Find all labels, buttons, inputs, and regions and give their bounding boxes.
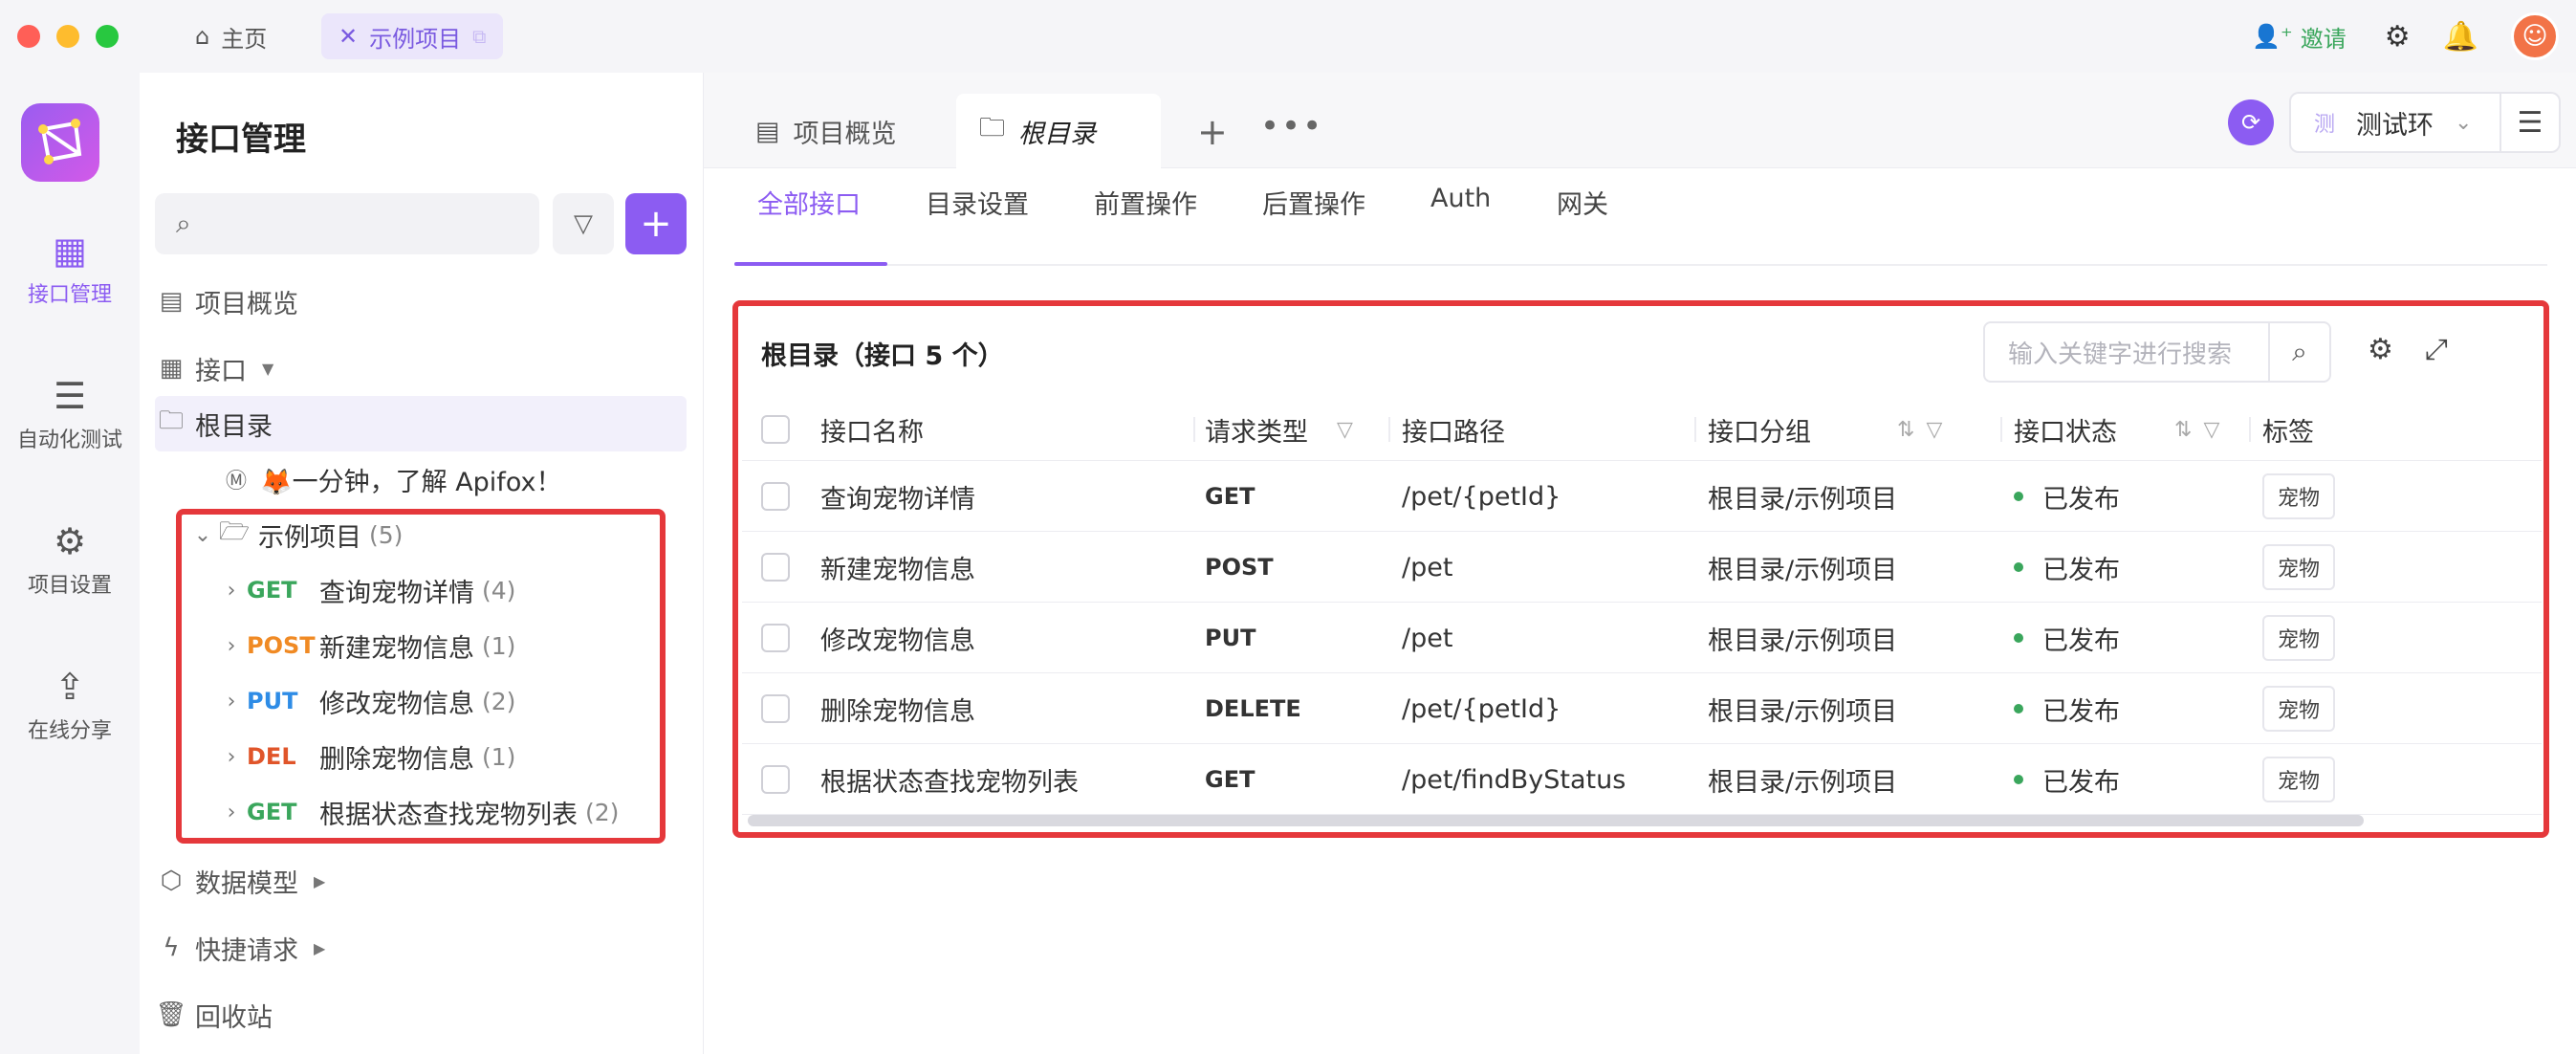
chevron-down-icon: ⌄	[2455, 110, 2473, 135]
avatar[interactable]: ☺	[2511, 12, 2559, 60]
tree-item-intro[interactable]: Ⓜ 🦊一分钟，了解 Apifox！	[155, 451, 687, 507]
lightning-icon: ϟ	[163, 933, 180, 962]
tree-item-root[interactable]: 🗀 根目录	[155, 396, 687, 451]
gear-icon[interactable]: ⚙	[2385, 20, 2411, 54]
plus-icon: +	[640, 202, 672, 246]
folder-icon: 🗀	[979, 113, 1005, 143]
tree-item-overview[interactable]: ▤ 项目概览	[155, 274, 687, 329]
caret-right-icon: ▶	[314, 938, 326, 957]
sync-icon[interactable]: ⟳	[2228, 99, 2274, 145]
subtab-gateway[interactable]: 网关	[1557, 184, 1608, 221]
settings-icon: ⚙	[53, 520, 87, 562]
new-tab-button[interactable]: +	[1197, 111, 1228, 153]
tree-item-quick[interactable]: ϟ 快捷请求 ▶	[155, 920, 687, 976]
automation-icon: ☰	[53, 375, 87, 417]
tab-project[interactable]: ✕ 示例项目 ⧉	[321, 13, 504, 59]
sidebar: 接口管理 ⌕ ▽ + ▤ 项目概览 ▦ 接口 ▼ 🗀 根目录 Ⓜ 🦊一分钟，了解…	[140, 73, 704, 1054]
subtab-all-apis[interactable]: 全部接口	[757, 184, 861, 221]
trash-icon: 🗑	[155, 1000, 187, 1029]
maximize-window-button[interactable]	[96, 25, 119, 48]
highlight-box-sidebar	[176, 509, 666, 844]
tab-root[interactable]: 🗀 根目录	[956, 94, 1161, 168]
sidebar-title: 接口管理	[176, 121, 306, 159]
rail-item-share[interactable]: ⇪ 在线分享	[0, 668, 140, 744]
layout-icon: ▤	[755, 116, 780, 146]
layout-icon: ▤	[159, 287, 184, 316]
subtab-auth[interactable]: Auth	[1430, 184, 1491, 213]
environment-select[interactable]: 测 测试环 ⌄	[2289, 92, 2501, 153]
tab-home[interactable]: ⌂ 主页	[178, 13, 284, 59]
main-tab-bar: ▤ 项目概览 🗀 根目录 + ••• ⟳ 测 测试环 ⌄ ☰	[704, 73, 2576, 168]
filter-button[interactable]: ▽	[553, 193, 614, 254]
title-bar: ⌂ 主页 ✕ 示例项目 ⧉ 👤⁺ 邀请 ⚙ 🔔 ☺	[0, 0, 2576, 73]
markdown-icon: Ⓜ	[225, 470, 247, 494]
cube-icon: ⬡	[160, 867, 183, 895]
bell-icon[interactable]: 🔔	[2443, 20, 2478, 54]
api-icon: ▦	[53, 230, 87, 272]
tree-item-api[interactable]: ▦ 接口 ▼	[155, 340, 687, 396]
rail-item-settings[interactable]: ⚙ 项目设置	[0, 522, 140, 599]
tree-item-models[interactable]: ⬡ 数据模型 ▶	[155, 853, 687, 909]
search-icon: ⌕	[176, 208, 191, 239]
subtab-active-indicator	[734, 262, 887, 266]
main-area: ▤ 项目概览 🗀 根目录 + ••• ⟳ 测 测试环 ⌄ ☰ 全部接口 目录设置…	[704, 73, 2576, 1054]
close-window-button[interactable]	[17, 25, 40, 48]
invite-button[interactable]: 👤⁺ 邀请	[2252, 20, 2347, 54]
api-icon: ▦	[159, 354, 184, 383]
subtab-divider	[734, 264, 2547, 266]
logo-icon	[38, 119, 82, 165]
folder-icon: 🗀	[158, 406, 184, 435]
minimize-window-button[interactable]	[56, 25, 79, 48]
hamburger-menu-icon[interactable]: ☰	[2501, 92, 2561, 153]
caret-down-icon: ▼	[262, 359, 274, 378]
app-logo	[21, 103, 99, 182]
copy-icon[interactable]: ⧉	[472, 25, 486, 48]
left-rail: ▦ 接口管理 ☰ 自动化测试 ⚙ 项目设置 ⇪ 在线分享	[0, 73, 140, 1054]
rail-item-automation[interactable]: ☰ 自动化测试	[0, 377, 140, 453]
subtab-post-actions[interactable]: 后置操作	[1262, 184, 1365, 221]
window-controls	[17, 25, 119, 48]
add-button[interactable]: +	[625, 193, 687, 254]
add-user-icon: 👤⁺	[2252, 23, 2293, 50]
close-icon[interactable]: ✕	[338, 23, 358, 50]
highlight-box-table	[732, 300, 2549, 838]
tab-overview[interactable]: ▤ 项目概览	[732, 94, 920, 168]
subtab-folder-settings[interactable]: 目录设置	[926, 184, 1029, 221]
subtab-pre-actions[interactable]: 前置操作	[1094, 184, 1197, 221]
more-icon[interactable]: •••	[1260, 107, 1323, 145]
share-icon: ⇪	[55, 666, 85, 708]
tree-item-trash[interactable]: 🗑 回收站	[155, 987, 687, 1043]
home-icon: ⌂	[195, 23, 210, 50]
filter-icon: ▽	[574, 209, 593, 238]
caret-right-icon: ▶	[314, 871, 326, 890]
rail-item-api[interactable]: ▦ 接口管理	[0, 231, 140, 308]
search-input[interactable]: ⌕	[155, 193, 539, 254]
